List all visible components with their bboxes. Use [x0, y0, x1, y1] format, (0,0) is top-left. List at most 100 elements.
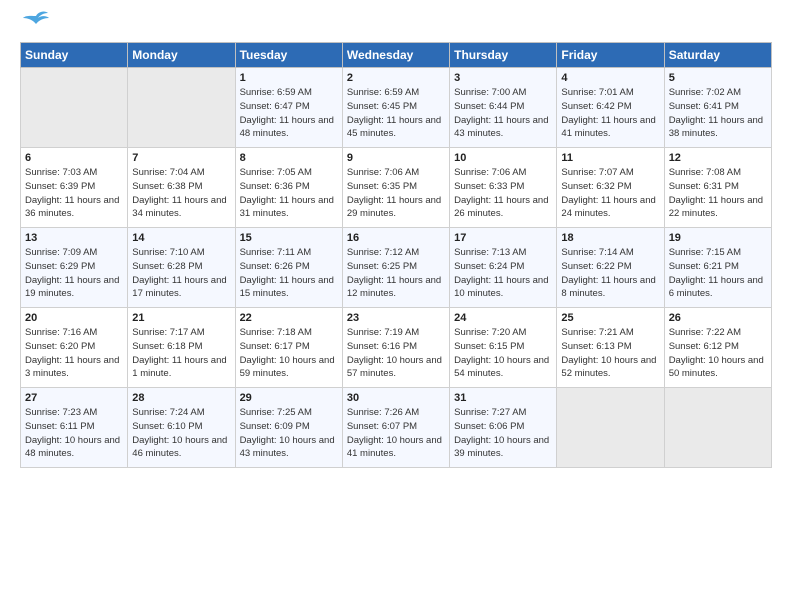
cell-content: Sunrise: 7:22 AMSunset: 6:12 PMDaylight:…	[669, 326, 767, 381]
cell-content: Sunrise: 7:20 AMSunset: 6:15 PMDaylight:…	[454, 326, 552, 381]
week-row-2: 6Sunrise: 7:03 AMSunset: 6:39 PMDaylight…	[21, 148, 772, 228]
weekday-header-sunday: Sunday	[21, 43, 128, 68]
sunset-label: Sunset: 6:29 PM	[25, 261, 95, 272]
calendar-cell	[557, 388, 664, 468]
cell-content: Sunrise: 7:02 AMSunset: 6:41 PMDaylight:…	[669, 86, 767, 141]
sunset-label: Sunset: 6:12 PM	[669, 341, 739, 352]
sunrise-label: Sunrise: 7:16 AM	[25, 327, 97, 338]
cell-content: Sunrise: 7:23 AMSunset: 6:11 PMDaylight:…	[25, 406, 123, 461]
sunset-label: Sunset: 6:25 PM	[347, 261, 417, 272]
sunrise-label: Sunrise: 7:09 AM	[25, 247, 97, 258]
daylight-label: Daylight: 11 hours and 15 minutes.	[240, 275, 334, 300]
day-number: 10	[454, 152, 552, 164]
cell-content: Sunrise: 6:59 AMSunset: 6:45 PMDaylight:…	[347, 86, 445, 141]
sunset-label: Sunset: 6:42 PM	[561, 101, 631, 112]
daylight-label: Daylight: 10 hours and 46 minutes.	[132, 435, 227, 460]
day-number: 20	[25, 312, 123, 324]
cell-content: Sunrise: 7:00 AMSunset: 6:44 PMDaylight:…	[454, 86, 552, 141]
calendar-cell: 25Sunrise: 7:21 AMSunset: 6:13 PMDayligh…	[557, 308, 664, 388]
day-number: 24	[454, 312, 552, 324]
cell-content: Sunrise: 7:06 AMSunset: 6:35 PMDaylight:…	[347, 166, 445, 221]
sunrise-label: Sunrise: 7:19 AM	[347, 327, 419, 338]
calendar-cell: 17Sunrise: 7:13 AMSunset: 6:24 PMDayligh…	[450, 228, 557, 308]
sunrise-label: Sunrise: 7:06 AM	[347, 167, 419, 178]
weekday-header-thursday: Thursday	[450, 43, 557, 68]
sunset-label: Sunset: 6:32 PM	[561, 181, 631, 192]
day-number: 8	[240, 152, 338, 164]
sunset-label: Sunset: 6:09 PM	[240, 421, 310, 432]
cell-content: Sunrise: 7:01 AMSunset: 6:42 PMDaylight:…	[561, 86, 659, 141]
sunrise-label: Sunrise: 7:13 AM	[454, 247, 526, 258]
calendar-cell: 1Sunrise: 6:59 AMSunset: 6:47 PMDaylight…	[235, 68, 342, 148]
day-number: 5	[669, 72, 767, 84]
calendar-cell: 27Sunrise: 7:23 AMSunset: 6:11 PMDayligh…	[21, 388, 128, 468]
sunrise-label: Sunrise: 7:14 AM	[561, 247, 633, 258]
day-number: 7	[132, 152, 230, 164]
day-number: 29	[240, 392, 338, 404]
cell-content: Sunrise: 7:06 AMSunset: 6:33 PMDaylight:…	[454, 166, 552, 221]
calendar-cell: 22Sunrise: 7:18 AMSunset: 6:17 PMDayligh…	[235, 308, 342, 388]
daylight-label: Daylight: 11 hours and 34 minutes.	[132, 195, 226, 220]
weekday-header-tuesday: Tuesday	[235, 43, 342, 68]
day-number: 18	[561, 232, 659, 244]
bird-icon	[22, 8, 50, 30]
sunrise-label: Sunrise: 7:08 AM	[669, 167, 741, 178]
calendar-cell: 15 Sunrise: 7:11 AMSunset: 6:26 PMDayligh…	[235, 228, 342, 308]
sunrise-label: Sunrise: 6:59 AM	[347, 87, 419, 98]
daylight-label: Daylight: 11 hours and 38 minutes.	[669, 115, 763, 140]
sunset-label: Sunset: 6:20 PM	[25, 341, 95, 352]
daylight-label: Daylight: 11 hours and 22 minutes.	[669, 195, 763, 220]
calendar-cell: 2 Sunrise: 6:59 AMSunset: 6:45 PMDaylight…	[342, 68, 449, 148]
cell-content: Sunrise: 7:07 AMSunset: 6:32 PMDaylight:…	[561, 166, 659, 221]
sunset-label: Sunset: 6:22 PM	[561, 261, 631, 272]
sunset-label: Sunset: 6:16 PM	[347, 341, 417, 352]
page: SundayMondayTuesdayWednesdayThursdayFrid…	[0, 0, 792, 612]
calendar-cell: 26Sunrise: 7:22 AMSunset: 6:12 PMDayligh…	[664, 308, 771, 388]
sunset-label: Sunset: 6:15 PM	[454, 341, 524, 352]
cell-content: Sunrise: 7:15 AMSunset: 6:21 PMDaylight:…	[669, 246, 767, 301]
cell-content: Sunrise: 7:08 AMSunset: 6:31 PMDaylight:…	[669, 166, 767, 221]
cell-content: Sunrise: 7:18 AMSunset: 6:17 PMDaylight:…	[240, 326, 338, 381]
calendar-cell: 12Sunrise: 7:08 AMSunset: 6:31 PMDayligh…	[664, 148, 771, 228]
day-number: 6	[25, 152, 123, 164]
sunrise-label: Sunrise: 7:21 AM	[561, 327, 633, 338]
daylight-label: Daylight: 11 hours and 19 minutes.	[25, 275, 119, 300]
calendar-table: SundayMondayTuesdayWednesdayThursdayFrid…	[20, 42, 772, 468]
day-number: 3	[454, 72, 552, 84]
calendar-cell: 16Sunrise: 7:12 AMSunset: 6:25 PMDayligh…	[342, 228, 449, 308]
day-number: 28	[132, 392, 230, 404]
sunset-label: Sunset: 6:10 PM	[132, 421, 202, 432]
day-number: 23	[347, 312, 445, 324]
cell-content: Sunrise: 7:09 AM Sunset: 6:29 PM Daylight:…	[25, 246, 123, 301]
cell-content: Sunrise: 7:19 AMSunset: 6:16 PMDaylight:…	[347, 326, 445, 381]
daylight-label: Daylight: 10 hours and 52 minutes.	[561, 355, 656, 380]
weekday-header-monday: Monday	[128, 43, 235, 68]
cell-content: Sunrise: 7:11 AMSunset: 6:26 PMDaylight:…	[240, 246, 338, 301]
calendar-cell: 29Sunrise: 7:25 AMSunset: 6:09 PMDayligh…	[235, 388, 342, 468]
daylight-label: Daylight: 10 hours and 50 minutes.	[669, 355, 764, 380]
daylight-label: Daylight: 11 hours and 8 minutes.	[561, 275, 655, 300]
sunset-label: Sunset: 6:38 PM	[132, 181, 202, 192]
sunrise-label: Sunrise: 7:27 AM	[454, 407, 526, 418]
day-number: 15	[240, 232, 338, 244]
day-number: 25	[561, 312, 659, 324]
week-row-5: 27Sunrise: 7:23 AMSunset: 6:11 PMDayligh…	[21, 388, 772, 468]
daylight-label: Daylight: 11 hours and 24 minutes.	[561, 195, 655, 220]
daylight-label: Daylight: 11 hours and 10 minutes.	[454, 275, 548, 300]
daylight-label: Daylight: 11 hours and 12 minutes.	[347, 275, 441, 300]
calendar-cell: 14 Sunrise: 7:10 AMSunset: 6:28 PMDayligh…	[128, 228, 235, 308]
day-number: 14	[132, 232, 230, 244]
daylight-label: Daylight: 10 hours and 59 minutes.	[240, 355, 335, 380]
sunrise-label: Sunrise: 7:05 AM	[240, 167, 312, 178]
week-row-4: 20 Sunrise: 7:16 AM Sunset: 6:20 PM Dayligh…	[21, 308, 772, 388]
cell-content: Sunrise: 7:10 AMSunset: 6:28 PMDaylight:…	[132, 246, 230, 301]
calendar-cell: 9 Sunrise: 7:06 AMSunset: 6:35 PMDaylight…	[342, 148, 449, 228]
daylight-label: Daylight: 11 hours and 6 minutes.	[669, 275, 763, 300]
day-number: 9	[347, 152, 445, 164]
calendar-cell	[664, 388, 771, 468]
calendar-cell	[21, 68, 128, 148]
day-number: 31	[454, 392, 552, 404]
day-number: 4	[561, 72, 659, 84]
day-number: 2	[347, 72, 445, 84]
cell-content: Sunrise: 6:59 AMSunset: 6:47 PMDaylight:…	[240, 86, 338, 141]
